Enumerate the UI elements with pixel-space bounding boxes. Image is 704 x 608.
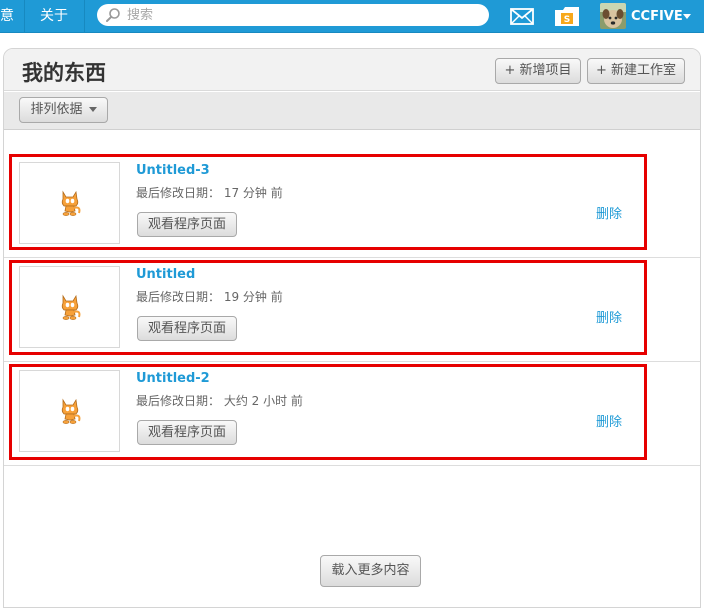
my-stuff-panel: 我的东西 + 新增项目 + 新建工作室 排列依据 Untitled-3 最后修改… — [3, 48, 701, 608]
chevron-down-icon[interactable] — [683, 14, 691, 19]
chevron-down-icon — [88, 107, 97, 112]
sort-bar: 排列依据 — [4, 92, 700, 130]
svg-text:S: S — [564, 15, 570, 25]
sort-by-label: 排列依据 — [30, 102, 83, 117]
load-more-button[interactable]: 载入更多内容 — [320, 555, 421, 587]
new-studio-button[interactable]: + 新建工作室 — [587, 58, 685, 84]
sort-by-button[interactable]: 排列依据 — [19, 97, 108, 123]
project-title-link[interactable]: Untitled-3 — [136, 163, 210, 178]
project-row: Untitled 最后修改日期： 19 分钟 前 观看程序页面 删除 — [4, 258, 700, 362]
new-project-button[interactable]: + 新增项目 — [495, 58, 581, 84]
nav-divider — [24, 0, 25, 33]
nav-divider — [84, 0, 85, 33]
scratch-cat-icon — [61, 190, 81, 216]
project-row: Untitled-2 最后修改日期： 大约 2 小时 前 观看程序页面 删除 — [4, 362, 700, 466]
delete-link[interactable]: 删除 — [596, 307, 622, 326]
project-thumbnail[interactable] — [19, 266, 120, 348]
project-title-link[interactable]: Untitled-2 — [136, 371, 210, 386]
page-title: 我的东西 — [22, 61, 106, 85]
see-project-page-button[interactable]: 观看程序页面 — [137, 420, 237, 445]
scratch-cat-icon — [61, 398, 81, 424]
top-nav-bar: 意 关于 S CCFIVE — [0, 0, 704, 33]
see-project-page-button[interactable]: 观看程序页面 — [137, 316, 237, 341]
username[interactable]: CCFIVE — [631, 0, 683, 33]
my-stuff-folder-icon[interactable]: S — [554, 6, 580, 27]
search-input[interactable] — [127, 5, 477, 25]
delete-link[interactable]: 删除 — [596, 411, 622, 430]
scratch-cat-icon — [61, 294, 81, 320]
project-thumbnail[interactable] — [19, 370, 120, 452]
see-project-page-button[interactable]: 观看程序页面 — [137, 212, 237, 237]
delete-link[interactable]: 删除 — [596, 203, 622, 222]
project-modified-date: 最后修改日期： 大约 2 小时 前 — [136, 394, 303, 408]
project-title-link[interactable]: Untitled — [136, 267, 195, 282]
nav-item-partial[interactable]: 意 — [0, 0, 14, 33]
panel-header: 我的东西 + 新增项目 + 新建工作室 — [4, 49, 700, 91]
search-icon — [106, 8, 120, 22]
mail-icon[interactable] — [510, 8, 534, 25]
project-row: Untitled-3 最后修改日期： 17 分钟 前 观看程序页面 删除 — [4, 154, 700, 258]
avatar[interactable] — [600, 3, 626, 29]
nav-item-about[interactable]: 关于 — [40, 0, 68, 33]
project-modified-date: 最后修改日期： 17 分钟 前 — [136, 186, 283, 200]
project-thumbnail[interactable] — [19, 162, 120, 244]
project-modified-date: 最后修改日期： 19 分钟 前 — [136, 290, 283, 304]
search-box[interactable] — [97, 4, 489, 26]
dog-avatar-icon — [600, 3, 626, 29]
